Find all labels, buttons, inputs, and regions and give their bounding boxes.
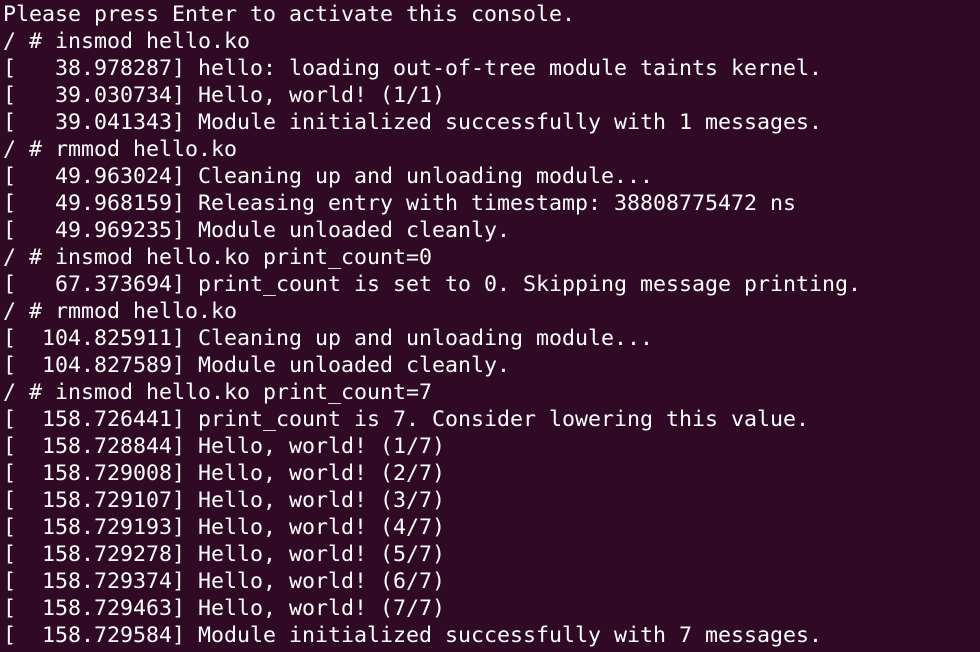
terminal-output[interactable]: Please press Enter to activate this cons… [0,0,980,652]
kernel-log-line: [ 158.729463] Hello, world! (7/7) [3,596,446,621]
kernel-log-line: [ 39.041343] Module initialized successf… [3,110,823,135]
kernel-log-line: [ 158.729278] Hello, world! (5/7) [3,542,446,567]
kernel-log-line: [ 49.969235] Module unloaded cleanly. [3,218,511,243]
kernel-log-line: [ 158.726441] print_count is 7. Consider… [3,407,810,432]
kernel-log-line: [ 39.030734] Hello, world! (1/1) [3,83,446,108]
kernel-log-line: [ 158.729107] Hello, world! (3/7) [3,488,446,513]
kernel-log-line: [ 158.728844] Hello, world! (1/7) [3,434,446,459]
kernel-log-line: [ 38.978287] hello: loading out-of-tree … [3,56,823,81]
kernel-log-line: [ 104.825911] Cleaning up and unloading … [3,326,654,351]
kernel-log-line: [ 158.729584] Module initialized success… [3,623,823,648]
kernel-log-line: [ 158.729193] Hello, world! (4/7) [3,515,446,540]
shell-command-line: / # insmod hello.ko [3,29,251,54]
shell-command-line: / # rmmod hello.ko [3,137,238,162]
shell-command-line: / # insmod hello.ko print_count=0 [3,245,433,270]
shell-command-line: / # rmmod hello.ko [3,299,238,324]
shell-command-line: / # insmod hello.ko print_count=7 [3,380,433,405]
kernel-log-line: [ 158.729008] Hello, world! (2/7) [3,461,446,486]
kernel-log-line: [ 49.968159] Releasing entry with timest… [3,191,797,216]
console-activate-prompt: Please press Enter to activate this cons… [3,2,576,27]
kernel-log-line: [ 67.373694] print_count is set to 0. Sk… [3,272,862,297]
kernel-log-line: [ 104.827589] Module unloaded cleanly. [3,353,511,378]
kernel-log-line: [ 158.729374] Hello, world! (6/7) [3,569,446,594]
kernel-log-line: [ 49.963024] Cleaning up and unloading m… [3,164,654,189]
